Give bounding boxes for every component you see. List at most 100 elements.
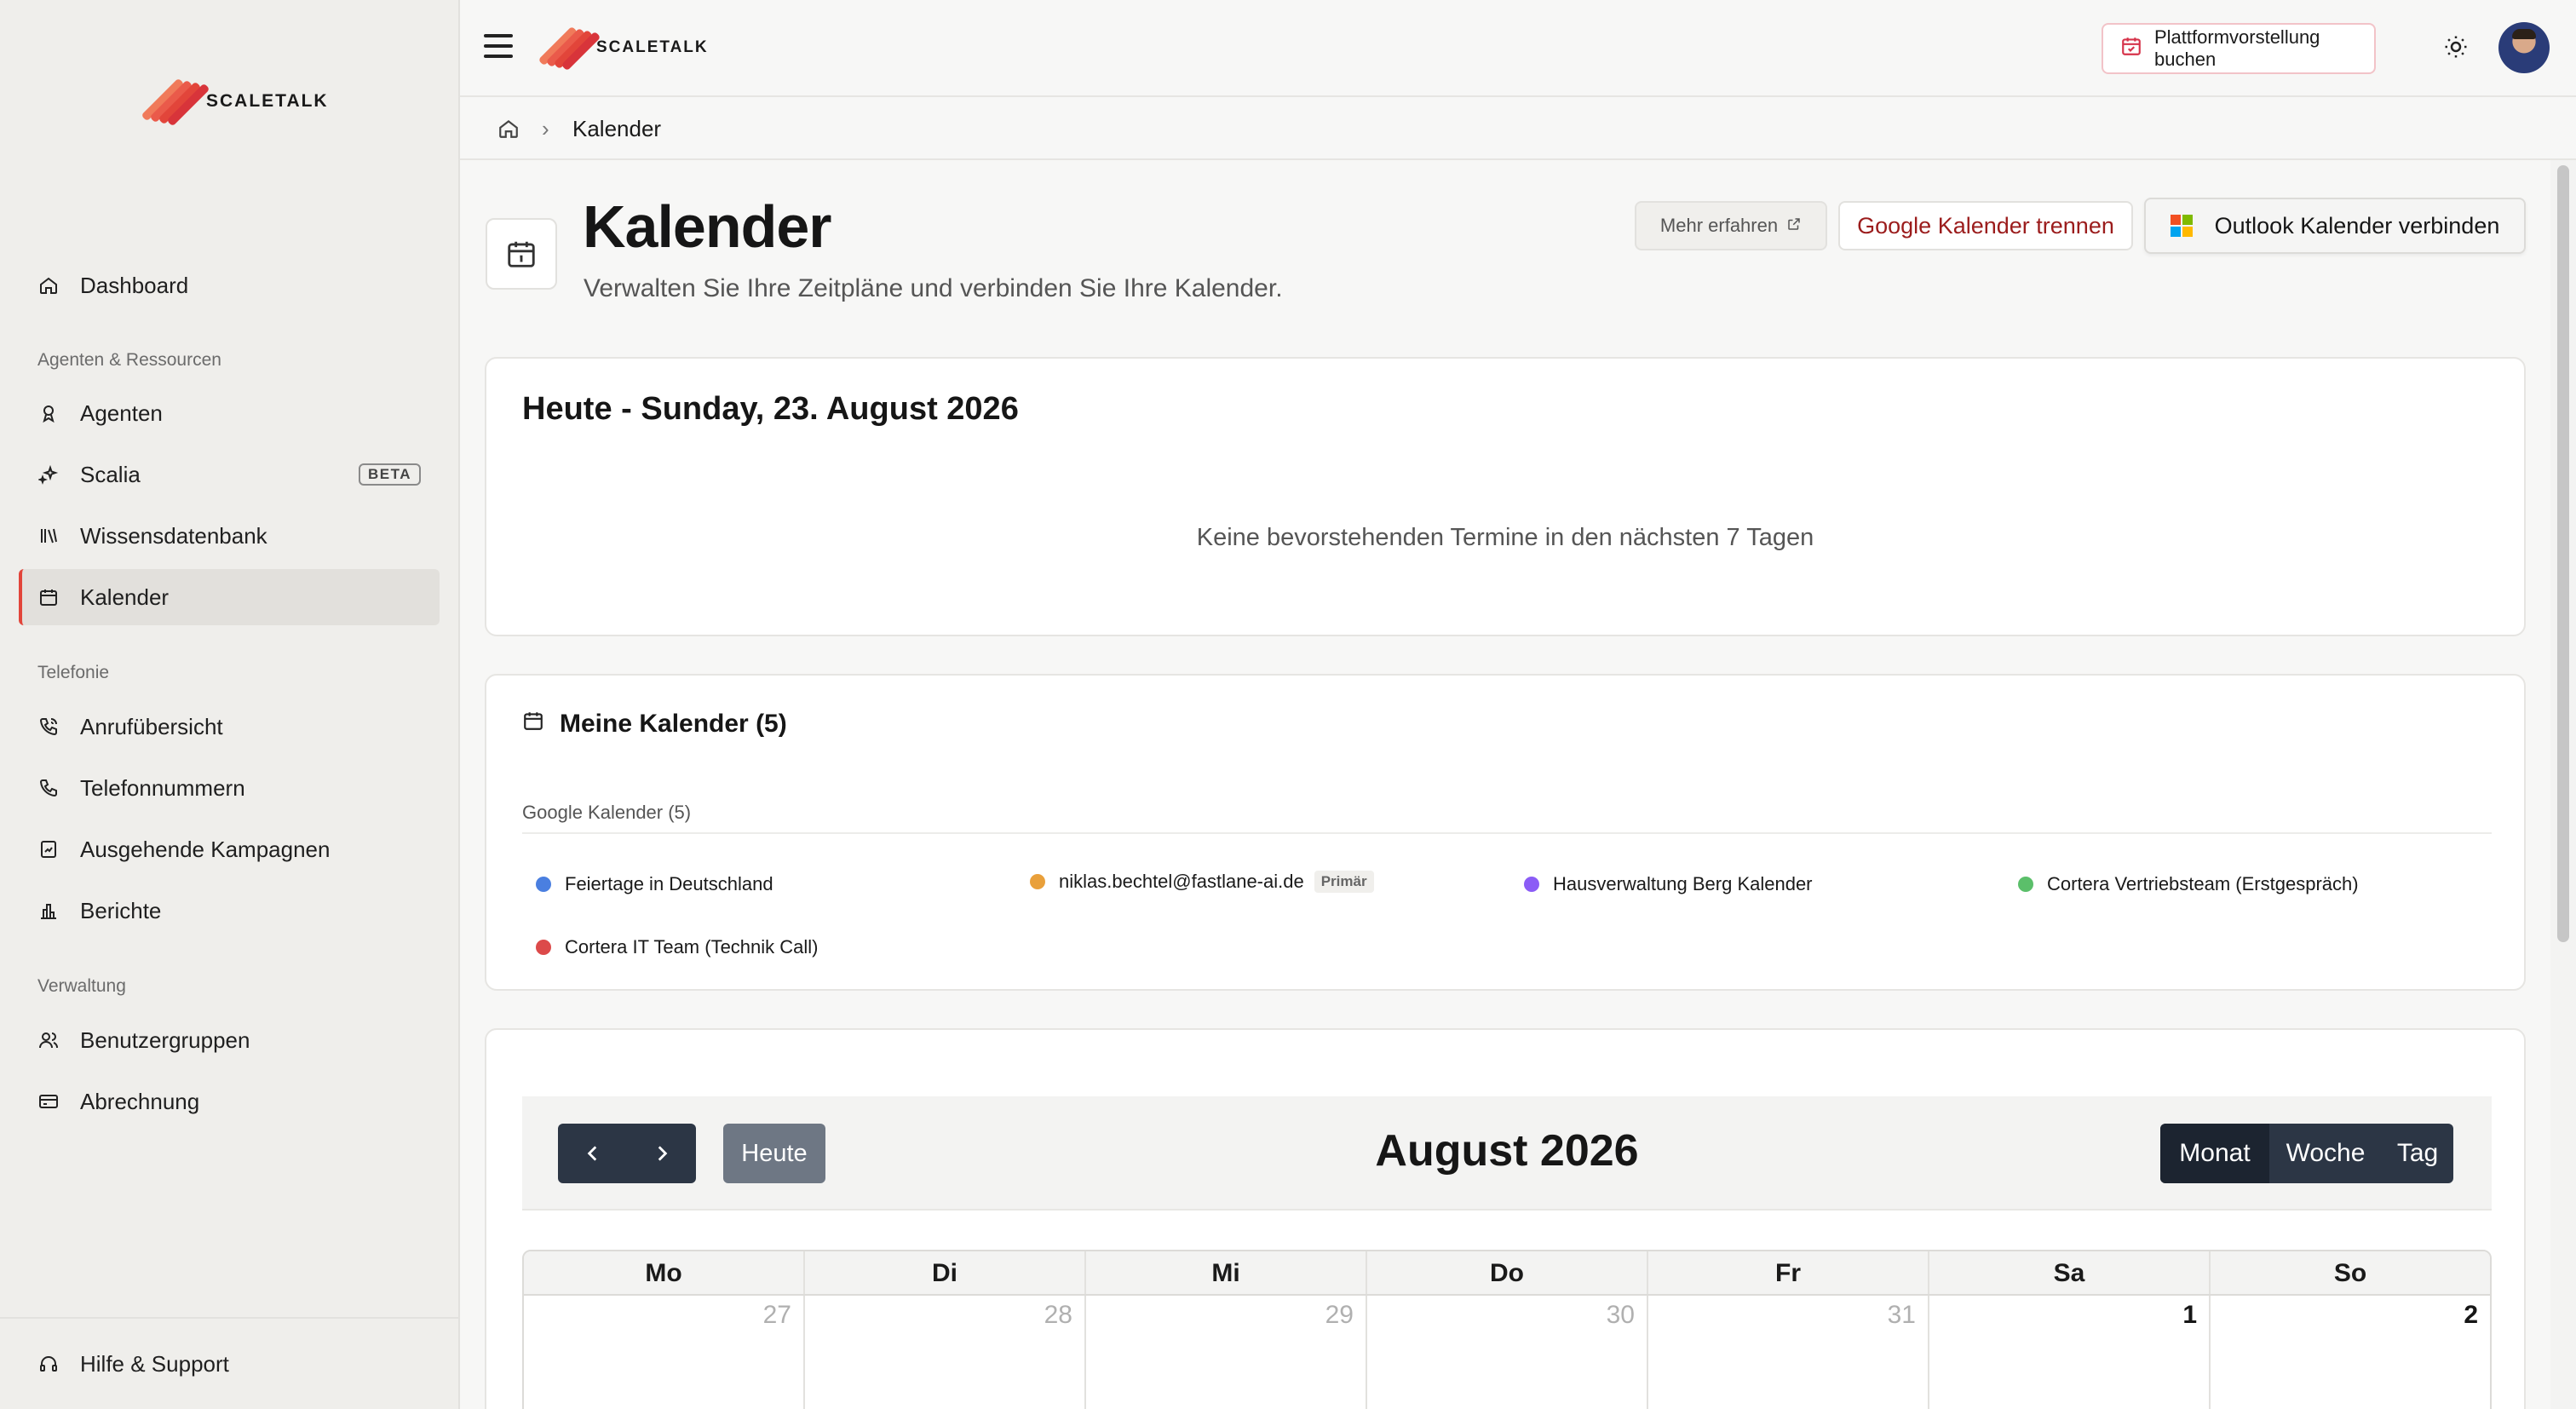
microsoft-logo-icon (2170, 215, 2193, 237)
calendar-name: Hausverwaltung Berg Kalender (1553, 873, 1813, 894)
user-avatar[interactable] (2498, 22, 2550, 73)
outlook-connect-button[interactable]: Outlook Kalender verbinden (2144, 198, 2526, 254)
sidebar: SCALETALK Dashboard Agenten & Ressourcen… (0, 0, 460, 1409)
breadcrumb: › Kalender (460, 97, 2576, 160)
sidebar-item-label: Abrechnung (80, 1088, 200, 1114)
menu-icon[interactable] (484, 34, 513, 60)
sidebar-item-billing[interactable]: Abrechnung (19, 1073, 440, 1130)
external-link-icon (1786, 215, 1802, 237)
scrollbar[interactable] (2550, 160, 2576, 1409)
calendar-toolbar: Heute August 2026 Monat Woche Tag (522, 1096, 2492, 1211)
day-cell[interactable]: 1 (1929, 1296, 2211, 1409)
credit-card-icon (37, 1090, 60, 1113)
sidebar-item-calendar[interactable]: Kalender (19, 569, 440, 625)
sidebar-item-agents[interactable]: Agenten (19, 385, 440, 441)
home-icon[interactable] (497, 118, 520, 140)
primary-badge: Primär (1314, 871, 1374, 893)
calendar-item[interactable]: niklas.bechtel@fastlane-ai.de Primär (1030, 871, 1374, 893)
topbar-logo[interactable]: SCALETALK (538, 26, 709, 72)
month-grid: Mo Di Mi Do Fr Sa So 27 28 29 30 31 1 2 (522, 1250, 2492, 1409)
view-switcher: Monat Woche Tag (2160, 1124, 2453, 1183)
users-icon (37, 1029, 60, 1051)
calendar-group-label: Google Kalender (5) (522, 802, 2492, 834)
page-title: Kalender (583, 193, 832, 260)
sidebar-item-label: Anrufübersicht (80, 713, 223, 739)
sidebar-item-label: Ausgehende Kampagnen (80, 836, 331, 862)
library-icon (37, 525, 60, 547)
page-calendar-icon (486, 218, 557, 290)
sidebar-item-label: Scalia (80, 461, 141, 487)
sidebar-logo[interactable]: SCALETALK (141, 77, 329, 127)
beta-badge: BETA (358, 463, 421, 486)
today-empty-state: Keine bevorstehenden Termine in den näch… (1196, 524, 1814, 551)
my-calendars-header: Meine Kalender (5) (522, 710, 787, 739)
weekday-label: So (2333, 1259, 2367, 1287)
headset-icon (37, 1353, 60, 1375)
calendar-item[interactable]: Cortera IT Team (Technik Call) (536, 936, 819, 958)
day-cell[interactable]: 30 (1367, 1296, 1648, 1409)
sidebar-item-label: Telefonnummern (80, 774, 245, 801)
weekday-label: Di (805, 1251, 1086, 1294)
sidebar-item-help[interactable]: Hilfe & Support (19, 1336, 440, 1392)
calendar-name: Feiertage in Deutschland (565, 873, 773, 894)
day-cell[interactable]: 27 (524, 1296, 805, 1409)
weekday-label: Sa (1929, 1251, 2211, 1294)
sidebar-item-campaigns[interactable]: Ausgehende Kampagnen (19, 821, 440, 877)
my-calendars-title: Meine Kalender (5) (560, 710, 787, 738)
view-week-button[interactable]: Woche (2269, 1124, 2382, 1183)
sidebar-item-label: Hilfe & Support (80, 1350, 229, 1377)
today-title: Heute - Sunday, 23. August 2026 (522, 391, 1019, 427)
calendar-name: Cortera IT Team (Technik Call) (565, 936, 819, 958)
calendar-item[interactable]: Feiertage in Deutschland (536, 873, 773, 895)
phone-icon (37, 777, 60, 799)
phone-call-icon (37, 716, 60, 738)
calendar-icon (2120, 35, 2142, 62)
page-subtitle: Verwalten Sie Ihre Zeitpläne und verbind… (584, 274, 1283, 302)
weekday-label: Do (1367, 1251, 1648, 1294)
book-demo-button[interactable]: Plattformvorstellung buchen (2102, 23, 2376, 74)
view-month-button[interactable]: Monat (2160, 1124, 2269, 1183)
weekday-label: Fr (1648, 1251, 1929, 1294)
learn-more-button[interactable]: Mehr erfahren (1635, 201, 1827, 250)
section-label-admin: Verwaltung (37, 976, 126, 996)
calendar-item[interactable]: Cortera Vertriebsteam (Erstgespräch) (2018, 873, 2359, 895)
sidebar-item-label: Berichte (80, 897, 162, 923)
day-cell[interactable]: 28 (805, 1296, 1086, 1409)
brand-name: SCALETALK (596, 38, 709, 56)
section-label-agents: Agenten & Ressourcen (37, 350, 221, 370)
book-demo-label: Plattformvorstellung buchen (2154, 26, 2320, 70)
calendar-name: niklas.bechtel@fastlane-ai.de (1059, 871, 1304, 892)
sidebar-footer: Hilfe & Support (0, 1317, 460, 1409)
section-label-phone: Telefonie (37, 663, 110, 682)
calendar-icon (37, 586, 60, 608)
day-cell[interactable]: 29 (1086, 1296, 1367, 1409)
sidebar-item-groups[interactable]: Benutzergruppen (19, 1012, 440, 1068)
day-cell[interactable]: 31 (1648, 1296, 1929, 1409)
brand-name: SCALETALK (206, 91, 329, 111)
sparkle-icon (37, 463, 60, 486)
google-disconnect-button[interactable]: Google Kalender trennen (1838, 201, 2133, 250)
week-row: 27 28 29 30 31 1 2 (524, 1296, 2490, 1409)
view-day-button[interactable]: Tag (2382, 1124, 2453, 1183)
sidebar-item-dashboard[interactable]: Dashboard (19, 257, 440, 313)
today-card: Heute - Sunday, 23. August 2026 Keine be… (485, 357, 2526, 636)
weekday-label: Mo (524, 1251, 805, 1294)
calendar-color-dot (2018, 877, 2033, 892)
sidebar-item-scalia[interactable]: Scalia BETA (19, 446, 440, 503)
chevron-right-icon: › (542, 116, 549, 141)
learn-more-label: Mehr erfahren (1659, 215, 1779, 236)
calendar-icon (522, 710, 544, 739)
scaletalk-logo-icon (538, 26, 601, 72)
theme-toggle-sun-icon[interactable] (2443, 34, 2469, 60)
calendar-item[interactable]: Hausverwaltung Berg Kalender (1524, 873, 1813, 895)
sidebar-item-knowledge[interactable]: Wissensdatenbank (19, 508, 440, 564)
sidebar-item-label: Benutzergruppen (80, 1027, 250, 1053)
calendar-name: Cortera Vertriebsteam (Erstgespräch) (2047, 873, 2359, 894)
day-cell[interactable]: 2 (2211, 1296, 2490, 1409)
sidebar-item-calls[interactable]: Anrufübersicht (19, 699, 440, 755)
calendar-color-dot (1030, 874, 1045, 889)
calendar-color-dot (1524, 877, 1539, 892)
sidebar-item-reports[interactable]: Berichte (19, 883, 440, 939)
sidebar-item-label: Dashboard (80, 272, 189, 298)
sidebar-item-numbers[interactable]: Telefonnummern (19, 760, 440, 816)
